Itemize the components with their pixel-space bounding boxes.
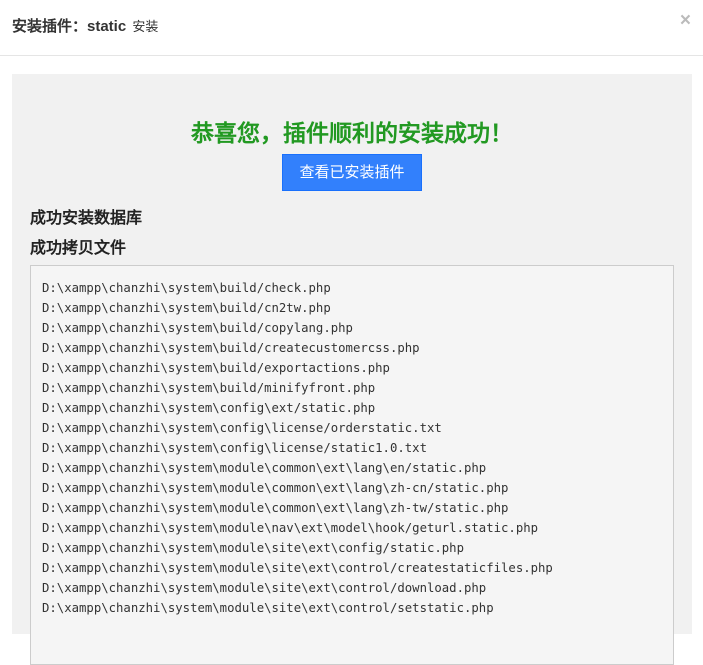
file-path-item: D:\xampp\chanzhi\system\config\license/o… — [42, 421, 442, 435]
file-path-item: D:\xampp\chanzhi\system\build/createcust… — [42, 341, 420, 355]
file-path-item: D:\xampp\chanzhi\system\config\license/s… — [42, 441, 427, 455]
file-path-item: D:\xampp\chanzhi\system\module\site\ext\… — [42, 561, 553, 575]
file-path-item: D:\xampp\chanzhi\system\module\site\ext\… — [42, 581, 487, 595]
file-path-item: D:\xampp\chanzhi\system\module\common\ex… — [42, 461, 487, 475]
file-path-item: D:\xampp\chanzhi\system\build/exportacti… — [42, 361, 390, 375]
file-path-item: D:\xampp\chanzhi\system\module\common\ex… — [42, 481, 509, 495]
db-installed-heading: 成功安装数据库 — [30, 210, 143, 227]
dialog-subtitle: 安装 — [132, 19, 159, 34]
files-copied-heading: 成功拷贝文件 — [30, 240, 127, 257]
file-path-item: D:\xampp\chanzhi\system\module\site\ext\… — [42, 541, 464, 555]
file-path-item: D:\xampp\chanzhi\system\module\site\ext\… — [42, 601, 494, 615]
copied-files-list: D:\xampp\chanzhi\system\build/check.php D… — [30, 265, 674, 665]
dialog-header: 安装插件：static 安装 × — [0, 0, 703, 56]
file-path-item: D:\xampp\chanzhi\system\build/check.php — [42, 281, 331, 295]
install-result-panel: 恭喜您，插件顺利的安装成功！ 查看已安装插件 成功安装数据库 成功拷贝文件 D:… — [12, 74, 692, 665]
file-path-item: D:\xampp\chanzhi\system\build/minifyfron… — [42, 381, 376, 395]
file-path-item: D:\xampp\chanzhi\system\build/cn2tw.php — [42, 301, 331, 315]
dialog-title: 安装插件：static 安装 — [12, 15, 158, 36]
dialog-title-text: 安装插件：static — [12, 18, 127, 35]
file-path-item: D:\xampp\chanzhi\system\config\ext/stati… — [42, 401, 376, 415]
file-path-item: D:\xampp\chanzhi\system\module\common\ex… — [42, 501, 509, 515]
file-path-item: D:\xampp\chanzhi\system\module\nav\ext\m… — [42, 521, 539, 535]
close-icon[interactable]: × — [680, 10, 691, 32]
view-installed-plugins-button[interactable]: 查看已安装插件 — [282, 154, 422, 191]
file-path-item: D:\xampp\chanzhi\system\build/copylang.p… — [42, 321, 353, 335]
success-message: 恭喜您，插件顺利的安装成功！ — [191, 120, 513, 146]
